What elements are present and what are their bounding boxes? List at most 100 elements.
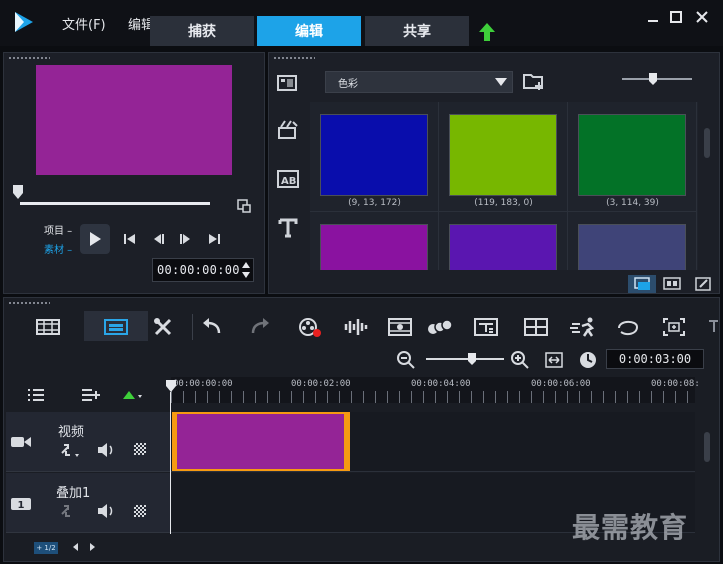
scroll-left-icon[interactable] xyxy=(70,541,80,553)
panel-grip[interactable] xyxy=(8,56,50,60)
library-scrollbar-thumb[interactable] xyxy=(704,128,710,158)
footer-tag[interactable]: + 1/2 xyxy=(34,542,58,554)
color-swatch xyxy=(449,114,557,196)
storyboard-view-icon[interactable] xyxy=(34,314,62,340)
color-swatch xyxy=(449,224,557,270)
split-screen-icon[interactable] xyxy=(522,314,550,340)
color-swatch xyxy=(578,224,686,270)
view-thumbnails-icon[interactable] xyxy=(628,275,656,293)
fit-size-icon[interactable] xyxy=(236,198,252,214)
preview-timecode[interactable]: 00:00:00:00 xyxy=(152,258,254,282)
more-tools-icon[interactable] xyxy=(706,318,720,336)
swatch-item[interactable] xyxy=(568,212,697,270)
app-logo-icon xyxy=(12,10,36,34)
timeline-view-icon xyxy=(102,314,130,340)
track-manager-icon[interactable] xyxy=(26,387,48,403)
audio-mixer-icon[interactable] xyxy=(342,314,370,340)
menu-file[interactable]: 文件(F) xyxy=(62,14,106,33)
title-bar xyxy=(0,0,723,46)
project-duration: 0:00:03:00 xyxy=(606,349,704,369)
maximize-icon[interactable] xyxy=(667,8,685,26)
media-library-icon[interactable] xyxy=(276,72,300,94)
zoom-in-icon[interactable] xyxy=(510,350,530,370)
color-swatch xyxy=(320,114,428,196)
checkerboard-icon[interactable] xyxy=(134,443,146,455)
color-swatch xyxy=(578,114,686,196)
tools-icon[interactable] xyxy=(150,314,178,340)
panel-grip[interactable] xyxy=(8,301,50,305)
transition-icon[interactable] xyxy=(276,118,300,142)
go-to-start-icon[interactable] xyxy=(118,228,140,250)
tab-share[interactable]: 共享 xyxy=(365,16,469,46)
edit-options-icon[interactable] xyxy=(692,275,714,293)
zoom-slider[interactable] xyxy=(426,352,504,366)
swatch-item[interactable]: (9, 13, 172) xyxy=(310,102,439,212)
green-marker-dropdown[interactable] xyxy=(122,389,146,401)
swatch-label: (9, 13, 172) xyxy=(348,198,401,208)
undo-icon[interactable] xyxy=(198,314,226,340)
view-split-icon[interactable] xyxy=(660,275,684,293)
swatch-item[interactable]: (119, 183, 0) xyxy=(439,102,568,212)
playhead-line xyxy=(170,392,171,534)
previous-frame-icon[interactable] xyxy=(148,228,170,250)
mode-clip-label[interactable]: 素材 – xyxy=(44,241,72,256)
subtitle-editor-icon[interactable] xyxy=(472,314,500,340)
upload-arrow-icon[interactable] xyxy=(478,22,496,42)
swatch-label: (3, 114, 39) xyxy=(606,198,659,208)
toolbar-divider xyxy=(192,314,193,340)
zoom-out-icon[interactable] xyxy=(396,350,416,370)
play-button[interactable] xyxy=(80,224,110,254)
title-ab-icon[interactable]: AB xyxy=(276,168,300,190)
multi-camera-icon[interactable] xyxy=(426,314,454,340)
overlay-track-badge: 1 xyxy=(10,496,32,512)
swatch-label: (119, 183, 0) xyxy=(474,198,533,208)
video-clip[interactable] xyxy=(172,412,350,471)
playhead-handle[interactable] xyxy=(165,379,177,393)
swatch-item[interactable] xyxy=(310,212,439,270)
speaker-icon[interactable] xyxy=(96,503,116,519)
category-dropdown[interactable]: 色彩 xyxy=(325,71,513,93)
swatch-item[interactable] xyxy=(439,212,568,270)
add-folder-icon[interactable] xyxy=(522,70,546,92)
svg-text:1: 1 xyxy=(18,500,25,511)
timeline-scrollbar-thumb[interactable] xyxy=(704,432,710,462)
go-to-end-icon[interactable] xyxy=(204,228,226,250)
scrubber-track[interactable] xyxy=(20,202,210,205)
panel-grip[interactable] xyxy=(273,56,315,60)
mask-creator-icon[interactable] xyxy=(614,314,642,340)
record-capture-icon[interactable] xyxy=(296,314,324,340)
minimize-icon[interactable] xyxy=(644,8,662,26)
clock-icon xyxy=(578,350,598,370)
text-icon[interactable] xyxy=(278,218,298,238)
ruler-label: 00:00:00:00 xyxy=(173,379,233,389)
video-track-name: 视频 xyxy=(58,425,85,440)
add-chapter-icon[interactable] xyxy=(80,387,102,403)
scroll-right-icon[interactable] xyxy=(88,541,98,553)
color-swatch xyxy=(320,224,428,270)
tab-edit[interactable]: 编辑 xyxy=(257,16,361,46)
thumbnail-size-slider[interactable] xyxy=(622,72,692,86)
motion-tracking-icon[interactable] xyxy=(386,314,414,340)
close-icon[interactable] xyxy=(693,8,711,26)
next-frame-icon[interactable] xyxy=(174,228,196,250)
mode-project-label[interactable]: 项目 – xyxy=(44,222,72,237)
video-track-icon xyxy=(10,434,32,450)
timecode-stepper[interactable] xyxy=(240,259,252,281)
ruler-label: 00:00:02:00 xyxy=(291,379,351,389)
swatch-item[interactable]: (3, 114, 39) xyxy=(568,102,697,212)
watermark: 最需教育 xyxy=(572,511,689,544)
time-remap-icon[interactable] xyxy=(570,314,598,340)
speaker-icon[interactable] xyxy=(96,442,116,458)
link-icon[interactable] xyxy=(58,503,76,519)
ruler-label: 00:00:08: xyxy=(651,379,700,389)
ruler-label: 00:00:04:00 xyxy=(411,379,471,389)
tab-capture[interactable]: 捕获 xyxy=(150,16,254,46)
fit-project-icon[interactable] xyxy=(544,351,564,369)
scrubber-handle[interactable] xyxy=(12,184,24,200)
svg-text:AB: AB xyxy=(281,176,296,187)
link-icon[interactable] xyxy=(58,442,82,458)
redo-icon[interactable] xyxy=(246,314,274,340)
pan-zoom-icon[interactable] xyxy=(660,314,688,340)
swatch-grid: (9, 13, 172) (119, 183, 0) (3, 114, 39) xyxy=(310,102,698,270)
checkerboard-icon[interactable] xyxy=(134,505,146,517)
